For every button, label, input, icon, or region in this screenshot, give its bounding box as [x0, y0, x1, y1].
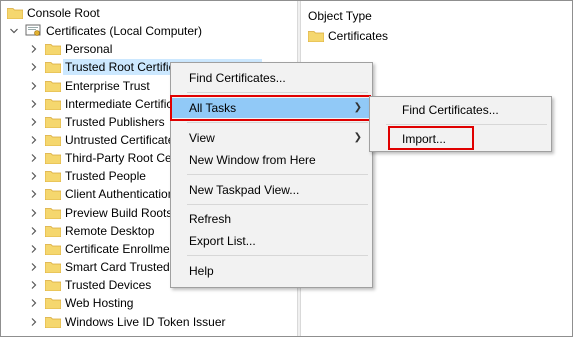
submenu-arrow-icon: ❯	[353, 132, 362, 143]
tree-node-label: Trusted People	[65, 169, 146, 183]
chevron-right-icon[interactable]	[29, 189, 39, 199]
tree-node-label: Trusted Publishers	[65, 115, 165, 129]
tree-node-untrusted-certificates[interactable]: Untrusted Certificates	[29, 131, 180, 149]
chevron-right-icon[interactable]	[29, 117, 39, 127]
menu-item-label: New Window from Here	[189, 153, 316, 167]
folder-icon	[6, 7, 24, 20]
list-item-label: Certificates	[328, 29, 389, 43]
folder-icon	[44, 61, 62, 74]
tree-node-label: Enterprise Trust	[65, 79, 150, 93]
menu-item-label: Find Certificates...	[402, 103, 499, 117]
tree-node-label: Preview Build Roots	[65, 206, 173, 220]
tree-node-trusted-people[interactable]: Trusted People	[29, 167, 146, 185]
tree-node-web-hosting[interactable]: Web Hosting	[29, 294, 133, 312]
folder-icon	[44, 152, 62, 165]
folder-icon	[44, 170, 62, 183]
menu-item-label: New Taskpad View...	[189, 183, 300, 197]
menu-item-export-list[interactable]: Export List...	[171, 231, 372, 251]
folder-icon	[44, 316, 62, 329]
menu-item-view[interactable]: View ❯	[171, 128, 372, 148]
tree-node-windows-live-id-token-issuer[interactable]: Windows Live ID Token Issuer	[29, 313, 226, 331]
menu-item-new-window[interactable]: New Window from Here	[171, 150, 372, 170]
chevron-right-icon[interactable]	[29, 99, 39, 109]
menu-item-label: View	[189, 131, 215, 145]
tree-node-label: Windows Live ID Token Issuer	[65, 315, 226, 329]
folder-icon	[44, 43, 62, 56]
menu-item-new-taskpad-view[interactable]: New Taskpad View...	[171, 180, 372, 200]
tree-node-label: Web Hosting	[65, 296, 134, 310]
chevron-right-icon[interactable]	[29, 298, 39, 308]
tree-node-label: Console Root	[27, 6, 100, 20]
tree-node-label: Personal	[65, 42, 113, 56]
tree-node-trusted-devices[interactable]: Trusted Devices	[29, 276, 151, 294]
chevron-down-icon[interactable]	[9, 26, 19, 36]
folder-icon	[44, 116, 62, 129]
tree-node-preview-build-roots[interactable]: Preview Build Roots	[29, 204, 172, 222]
chevron-right-icon[interactable]	[29, 153, 39, 163]
folder-icon	[44, 207, 62, 220]
chevron-right-icon[interactable]	[29, 262, 39, 272]
tree-node-personal[interactable]: Personal	[29, 40, 112, 58]
list-item-certificates[interactable]: Certificates	[307, 29, 389, 43]
tree-node-label: Certificates (Local Computer)	[46, 24, 203, 38]
menu-item-label: Find Certificates...	[189, 71, 286, 85]
annotation-highlight-import	[388, 126, 474, 150]
menu-item-label: Help	[189, 264, 214, 278]
chevron-right-icon[interactable]	[29, 44, 39, 54]
folder-icon	[44, 134, 62, 147]
menu-separator	[187, 174, 368, 175]
tree-node-trusted-publishers[interactable]: Trusted Publishers	[29, 113, 165, 131]
folder-icon	[44, 225, 62, 238]
tree-node-label: Remote Desktop	[65, 224, 155, 238]
menu-separator	[187, 255, 368, 256]
menu-separator	[187, 122, 368, 123]
folder-icon	[44, 279, 62, 292]
folder-icon	[307, 30, 325, 43]
tree-node-label: Trusted Devices	[65, 278, 152, 292]
chevron-right-icon[interactable]	[29, 208, 39, 218]
menu-item-help[interactable]: Help	[171, 261, 372, 281]
menu-item-label: Export List...	[189, 234, 256, 248]
chevron-right-icon[interactable]	[29, 135, 39, 145]
menu-item-submenu-find-certificates[interactable]: Find Certificates...	[370, 100, 551, 120]
folder-icon	[44, 243, 62, 256]
chevron-right-icon[interactable]	[29, 317, 39, 327]
folder-icon	[44, 297, 62, 310]
certificate-store-icon	[25, 24, 43, 38]
tree-node-console-root[interactable]: Console Root	[6, 4, 100, 22]
menu-item-refresh[interactable]: Refresh	[171, 209, 372, 229]
chevron-right-icon[interactable]	[29, 226, 39, 236]
tree-node-remote-desktop[interactable]: Remote Desktop	[29, 222, 154, 240]
chevron-right-icon[interactable]	[29, 62, 39, 72]
menu-separator	[187, 92, 368, 93]
annotation-highlight-all-tasks	[170, 95, 371, 121]
chevron-right-icon[interactable]	[29, 244, 39, 254]
folder-icon	[44, 188, 62, 201]
menu-item-label: Refresh	[189, 212, 232, 226]
chevron-right-icon[interactable]	[29, 81, 39, 91]
chevron-right-icon[interactable]	[29, 171, 39, 181]
chevron-right-icon[interactable]	[29, 280, 39, 290]
folder-icon	[44, 80, 62, 93]
tree-node-label: Untrusted Certificates	[65, 133, 181, 147]
tree-node-certificates-local-computer[interactable]: Certificates (Local Computer)	[9, 22, 202, 40]
folder-icon	[44, 98, 62, 111]
menu-separator	[187, 204, 368, 205]
folder-icon	[44, 261, 62, 274]
menu-separator	[386, 124, 547, 125]
column-header-object-type[interactable]: Object Type	[308, 9, 372, 23]
menu-item-find-certificates[interactable]: Find Certificates...	[171, 68, 372, 88]
tree-node-enterprise-trust[interactable]: Enterprise Trust	[29, 77, 150, 95]
